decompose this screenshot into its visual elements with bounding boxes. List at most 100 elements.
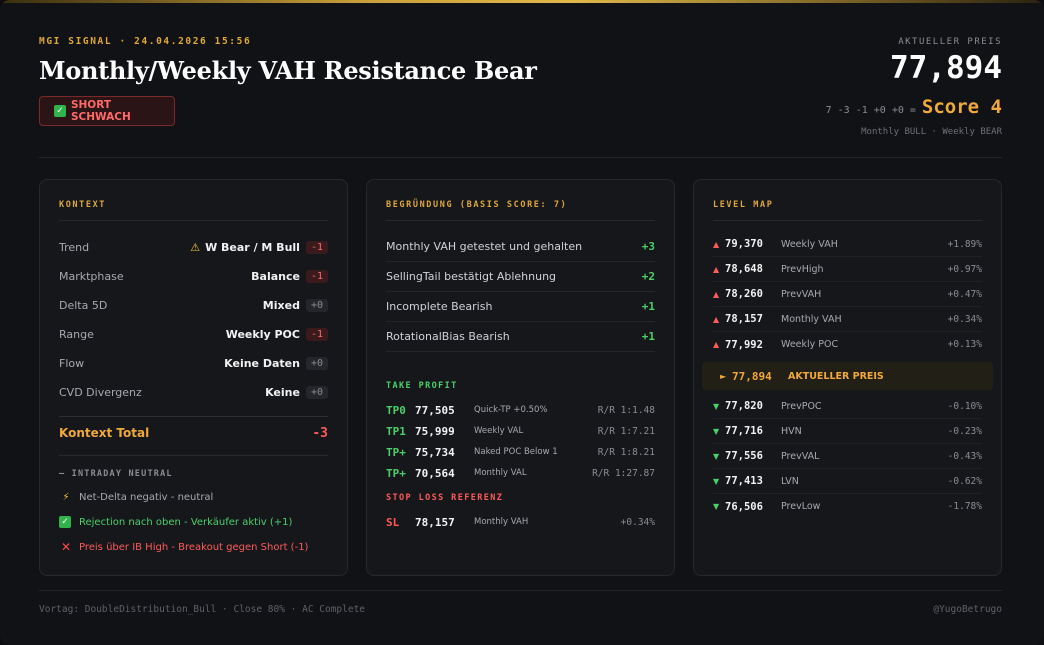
level-percent: -0.23% <box>947 425 982 437</box>
arrow-up-icon: ▲ <box>713 289 720 299</box>
level-name: PrevHigh <box>781 263 824 275</box>
reason-row: Incomplete Bearish +1 <box>386 292 655 322</box>
take-profit-row: TP+ 75,734 Naked POC Below 1 R/R 1:8.21 <box>386 444 655 460</box>
kontext-score-pill: -1 <box>305 269 328 283</box>
level-percent: +0.13% <box>947 339 982 350</box>
score-value: Score 4 <box>921 96 1002 118</box>
footer-handle: @YugoBetrugo <box>933 604 1002 615</box>
intraday-title: — INTRADAY NEUTRAL <box>59 469 173 479</box>
panel-divider <box>59 220 328 221</box>
kontext-value: W Bear / M Bull <box>205 240 300 254</box>
tp-tag: TP0 <box>386 403 406 417</box>
stop-loss-row: SL 78,157 Monthly VAH +0.34% <box>386 514 655 530</box>
kontext-total: Kontext Total -3 <box>59 426 328 441</box>
sl-price: 78,157 <box>415 515 455 529</box>
kontext-label: Marktphase <box>59 269 124 283</box>
level-row: ▼ 77,820 PrevPOC -0.10% <box>713 394 982 419</box>
check-icon: ✓ <box>54 105 66 117</box>
arrow-down-icon: ▼ <box>713 502 720 511</box>
intraday-note: ✕ Preis über IB High - Breakout gegen Sh… <box>59 540 337 554</box>
intraday-note-text: Preis über IB High - Breakout gegen Shor… <box>79 541 309 553</box>
page-title: Monthly/Weekly VAH Resistance Bear <box>39 56 537 85</box>
kontext-label: Flow <box>59 356 85 370</box>
arrow-right-icon: ► <box>720 371 727 381</box>
kontext-value: Keine <box>265 385 300 399</box>
kontext-label: Trend <box>59 240 90 254</box>
signal-meta: MGI SIGNAL · 24.04.2026 15:56 <box>39 36 252 47</box>
kontext-score-pill: -1 <box>305 240 328 254</box>
arrow-down-icon: ▼ <box>713 426 720 436</box>
reason-score: +1 <box>641 300 655 313</box>
kontext-value: Mixed <box>262 298 300 312</box>
level-percent: -1.78% <box>947 501 982 512</box>
reason-label: RotationalBias Bearish <box>386 330 510 343</box>
tp-description: Quick-TP +0.50% <box>474 405 548 415</box>
take-profit-row: TP0 77,505 Quick-TP +0.50% R/R 1:1.48 <box>386 402 655 418</box>
kontext-title: KONTEXT <box>59 200 107 210</box>
level-map-panel: LEVEL MAP ▲ 79,370 Weekly VAH +1.89% ▲ 7… <box>693 179 1002 576</box>
check-icon: ✓ <box>59 516 71 528</box>
panel-divider <box>386 220 655 221</box>
price-label: AKTUELLER PREIS <box>898 37 1002 47</box>
kontext-value-wrap: ⚠ W Bear / M Bull <box>190 241 300 254</box>
kontext-label: Delta 5D <box>59 298 108 312</box>
tp-description: Weekly VAL <box>474 426 524 436</box>
footer-previous-day: Vortag: DoubleDistribution_Bull · Close … <box>39 604 366 615</box>
score-calculation: 7 -3 -1 +0 +0 = <box>825 105 916 116</box>
intraday-note: ⚡ Net-Delta negativ - neutral <box>59 492 337 503</box>
tp-rr: R/R 1:8.21 <box>597 446 655 458</box>
tp-rr: R/R 1:1.48 <box>597 404 655 416</box>
kontext-score-pill: +0 <box>305 298 328 312</box>
level-price: 78,260 <box>725 288 763 300</box>
level-row: ▲ 77,992 Weekly POC +0.13% <box>713 332 982 357</box>
begruendung-title: BEGRÜNDUNG (BASIS SCORE: 7) <box>386 200 568 210</box>
level-name: Weekly VAH <box>781 238 838 250</box>
intraday-note: ✓ Rejection nach oben - Verkäufer aktiv … <box>59 516 337 528</box>
level-price: 77,556 <box>725 450 763 462</box>
level-row: ▼ 76,506 PrevLow -1.78% <box>713 494 982 519</box>
arrow-down-icon: ▼ <box>713 476 720 486</box>
level-percent: +1.89% <box>947 238 982 250</box>
take-profit-row: TP1 75,999 Weekly VAL R/R 1:7.21 <box>386 423 655 439</box>
kontext-value: Keine Daten <box>224 356 300 370</box>
reason-score: +3 <box>641 240 655 253</box>
sl-description: Monthly VAH <box>474 517 529 527</box>
begruendung-panel: BEGRÜNDUNG (BASIS SCORE: 7) Monthly VAH … <box>366 179 675 576</box>
level-price: 78,648 <box>725 263 763 275</box>
kontext-score-pill: +0 <box>305 385 328 399</box>
take-profit-row: TP+ 70,564 Monthly VAL R/R 1:27.87 <box>386 465 655 481</box>
level-price: 76,506 <box>725 500 763 513</box>
level-row: ▼ 77,716 HVN -0.23% <box>713 419 982 444</box>
current-level-price: 77,894 <box>732 369 772 383</box>
reason-label: SellingTail bestätigt Ablehnung <box>386 270 557 283</box>
tp-price: 75,999 <box>415 424 455 438</box>
kontext-total-value: -3 <box>312 426 328 441</box>
warning-icon: ⚠ <box>190 240 201 254</box>
kontext-row-cvd: CVD Divergenz Keine +0 <box>59 383 328 401</box>
tp-description: Monthly VAL <box>474 468 527 478</box>
score-row: 7 -3 -1 +0 +0 = Score 4 <box>826 96 1002 118</box>
level-percent: -0.43% <box>947 450 982 462</box>
reason-row: SellingTail bestätigt Ablehnung +2 <box>386 262 655 292</box>
level-row: ▲ 78,157 Monthly VAH +0.34% <box>713 307 982 332</box>
level-row: ▲ 78,260 PrevVAH +0.47% <box>713 282 982 307</box>
signal-card: MGI SIGNAL · 24.04.2026 15:56 Monthly/We… <box>0 0 1044 645</box>
kontext-row-marktphase: Marktphase Balance -1 <box>59 267 328 285</box>
tp-rr: R/R 1:7.21 <box>597 425 655 437</box>
kontext-panel: KONTEXT Trend ⚠ W Bear / M Bull -1 Markt… <box>39 179 348 576</box>
tp-tag: TP+ <box>386 466 406 480</box>
sl-distance: +0.34% <box>620 516 655 528</box>
cross-icon: ✕ <box>60 540 72 554</box>
kontext-total-divider <box>59 416 328 417</box>
trend-summary: Monthly BULL · Weekly BEAR <box>861 127 1002 137</box>
panel-divider <box>713 220 982 221</box>
arrow-down-icon: ▼ <box>713 451 720 461</box>
level-percent: +0.47% <box>947 288 982 300</box>
reason-score: +2 <box>641 270 655 283</box>
current-price-row: ► 77,894 AKTUELLER PREIS <box>702 362 993 390</box>
tp-description: Naked POC Below 1 <box>474 447 558 457</box>
arrow-down-icon: ▼ <box>713 401 720 411</box>
kontext-total-label: Kontext Total <box>59 426 150 440</box>
level-name: PrevLow <box>781 501 821 512</box>
reason-row: RotationalBias Bearish +1 <box>386 322 655 352</box>
